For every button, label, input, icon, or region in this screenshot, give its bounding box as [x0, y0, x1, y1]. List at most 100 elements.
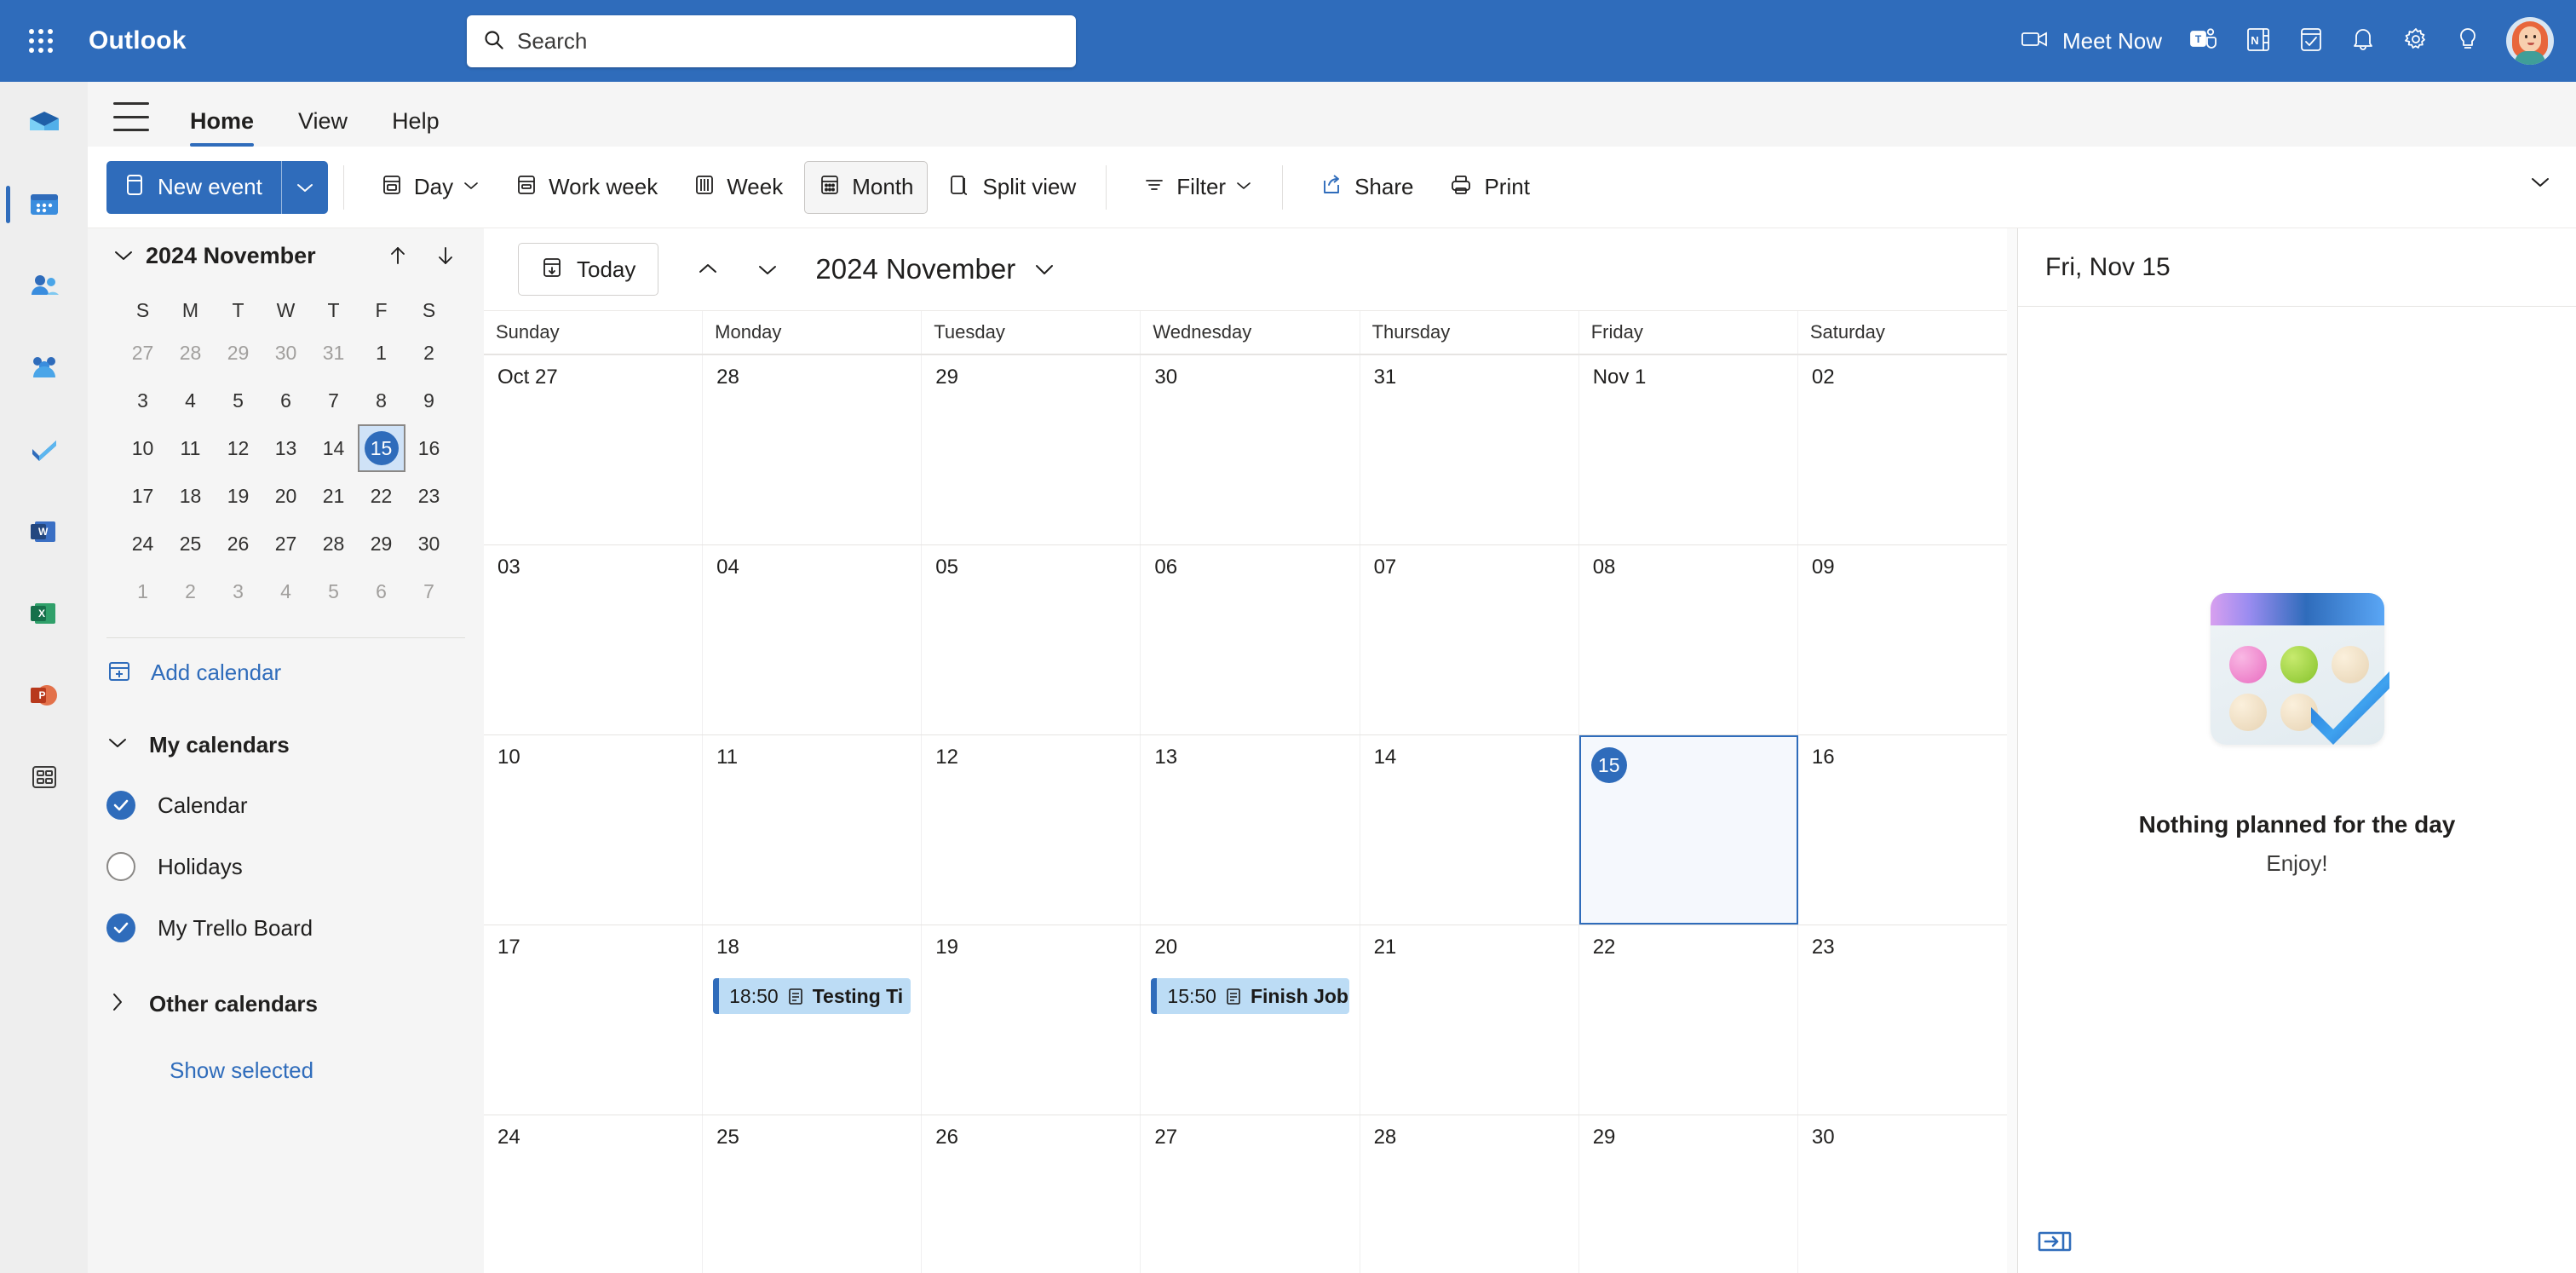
calendar-day-cell[interactable]: 03: [484, 545, 704, 734]
mini-day[interactable]: 10: [119, 424, 167, 472]
calendar-day-cell[interactable]: Nov 1: [1579, 355, 1798, 544]
calendar-day-cell-selected[interactable]: 15: [1578, 735, 1798, 925]
calendar-day-cell[interactable]: 28: [1360, 1115, 1579, 1273]
ribbon-expand-caret-icon[interactable]: [2528, 176, 2552, 193]
mini-day[interactable]: 17: [119, 472, 167, 520]
calendar-day-cell[interactable]: 29: [1579, 1115, 1798, 1273]
mini-day[interactable]: 16: [405, 424, 453, 472]
mini-day[interactable]: 29: [215, 329, 262, 377]
calendar-period-label[interactable]: 2024 November: [815, 253, 1015, 285]
mini-day[interactable]: 4: [262, 567, 310, 615]
calendar-day-cell[interactable]: 25: [703, 1115, 923, 1273]
calendar-day-cell[interactable]: 14: [1360, 735, 1579, 925]
calendar-day-cell[interactable]: 18 18:50 Testing Ti: [703, 925, 923, 1115]
settings-button[interactable]: [2389, 0, 2443, 82]
calendar-day-cell[interactable]: Oct 27: [484, 355, 704, 544]
calendar-event[interactable]: 18:50 Testing Ti: [713, 978, 911, 1014]
collapse-panel-icon[interactable]: [2037, 1229, 2073, 1254]
notifications-button[interactable]: [2337, 0, 2389, 82]
rail-item-people[interactable]: [0, 245, 88, 327]
tab-help[interactable]: Help: [375, 108, 457, 147]
app-launcher-icon[interactable]: [17, 17, 65, 65]
rail-item-to-do[interactable]: [0, 409, 88, 491]
split-view-button[interactable]: Split view: [934, 161, 1090, 214]
mini-day[interactable]: 24: [119, 520, 167, 567]
mini-calendar-prev-icon[interactable]: [378, 236, 417, 275]
mini-day[interactable]: 23: [405, 472, 453, 520]
calendar-day-cell[interactable]: 27: [1141, 1115, 1360, 1273]
mini-day[interactable]: 18: [167, 472, 215, 520]
view-month-button[interactable]: Month: [804, 160, 929, 214]
rail-item-powerpoint[interactable]: P: [0, 654, 88, 736]
calendar-day-cell[interactable]: 31: [1360, 355, 1579, 544]
mini-day[interactable]: 8: [358, 377, 405, 424]
new-event-button[interactable]: New event: [106, 160, 328, 214]
mini-day[interactable]: 20: [262, 472, 310, 520]
mini-day[interactable]: 7: [405, 567, 453, 615]
calendar-day-cell[interactable]: 13: [1141, 735, 1360, 925]
calendar-day-cell[interactable]: 20 15:50 Finish Job: [1141, 925, 1360, 1115]
mini-day[interactable]: 28: [310, 520, 358, 567]
calendar-checkbox-unchecked[interactable]: [106, 852, 135, 881]
mini-day[interactable]: 27: [262, 520, 310, 567]
calendar-period-caret-icon[interactable]: [1032, 262, 1056, 277]
calendar-day-cell[interactable]: 19: [922, 925, 1141, 1115]
mini-day[interactable]: 1: [119, 567, 167, 615]
rail-item-mail[interactable]: [0, 82, 88, 164]
calendar-event[interactable]: 15:50 Finish Job: [1151, 978, 1349, 1014]
view-day-button[interactable]: Day: [366, 161, 494, 214]
calendar-day-cell[interactable]: 23: [1798, 925, 2017, 1115]
calendar-day-cell[interactable]: 30: [1141, 355, 1360, 544]
mini-day[interactable]: 7: [310, 377, 358, 424]
mini-day[interactable]: 14: [310, 424, 358, 472]
calendar-day-cell[interactable]: 06: [1141, 545, 1360, 734]
teams-button[interactable]: T: [2176, 0, 2232, 82]
calendar-item-holidays[interactable]: Holidays: [88, 836, 484, 897]
mini-day[interactable]: 28: [167, 329, 215, 377]
mini-day[interactable]: 5: [215, 377, 262, 424]
view-week-button[interactable]: Week: [679, 161, 797, 214]
mini-day[interactable]: 3: [119, 377, 167, 424]
mini-day[interactable]: 6: [358, 567, 405, 615]
hamburger-menu-icon[interactable]: [113, 102, 149, 131]
calendar-day-cell[interactable]: 22: [1579, 925, 1798, 1115]
mini-day[interactable]: 26: [215, 520, 262, 567]
my-calendars-group-header[interactable]: My calendars: [88, 715, 484, 775]
share-button[interactable]: Share: [1305, 161, 1428, 214]
mini-day[interactable]: 21: [310, 472, 358, 520]
mini-day[interactable]: 22: [358, 472, 405, 520]
rail-item-word[interactable]: W: [0, 491, 88, 573]
mini-day[interactable]: 6: [262, 377, 310, 424]
calendar-next-icon[interactable]: [744, 245, 791, 293]
calendar-item-my-trello-board[interactable]: My Trello Board: [88, 897, 484, 959]
mini-day[interactable]: 30: [405, 520, 453, 567]
mini-day[interactable]: 31: [310, 329, 358, 377]
calendar-day-cell[interactable]: 11: [703, 735, 923, 925]
calendar-day-cell[interactable]: 16: [1798, 735, 2017, 925]
mini-calendar-next-icon[interactable]: [426, 236, 465, 275]
meet-now-button[interactable]: Meet Now: [2008, 0, 2176, 82]
calendar-day-cell[interactable]: 05: [922, 545, 1141, 734]
add-calendar-button[interactable]: Add calendar: [88, 645, 484, 700]
calendar-prev-icon[interactable]: [684, 245, 732, 293]
filter-button[interactable]: Filter: [1129, 161, 1267, 214]
mini-day[interactable]: 13: [262, 424, 310, 472]
onenote-button[interactable]: N: [2232, 0, 2285, 82]
mini-day[interactable]: 2: [167, 567, 215, 615]
mini-day[interactable]: 5: [310, 567, 358, 615]
view-work-week-button[interactable]: Work week: [501, 161, 672, 214]
new-event-caret-icon[interactable]: [282, 161, 328, 214]
view-day-caret-icon[interactable]: [463, 180, 480, 195]
calendar-day-cell[interactable]: 24: [484, 1115, 704, 1273]
other-calendars-group-header[interactable]: Other calendars: [88, 974, 484, 1034]
filter-caret-icon[interactable]: [1235, 180, 1252, 195]
calendar-scrollbar[interactable]: [2007, 228, 2017, 1273]
calendar-day-cell[interactable]: 07: [1360, 545, 1579, 734]
calendar-day-cell[interactable]: 08: [1579, 545, 1798, 734]
search-box[interactable]: [467, 15, 1076, 67]
mini-day[interactable]: 4: [167, 377, 215, 424]
calendar-item-calendar[interactable]: Calendar: [88, 775, 484, 836]
mini-day[interactable]: 12: [215, 424, 262, 472]
help-button[interactable]: [2443, 0, 2493, 82]
show-selected-link[interactable]: Show selected: [170, 1057, 484, 1084]
